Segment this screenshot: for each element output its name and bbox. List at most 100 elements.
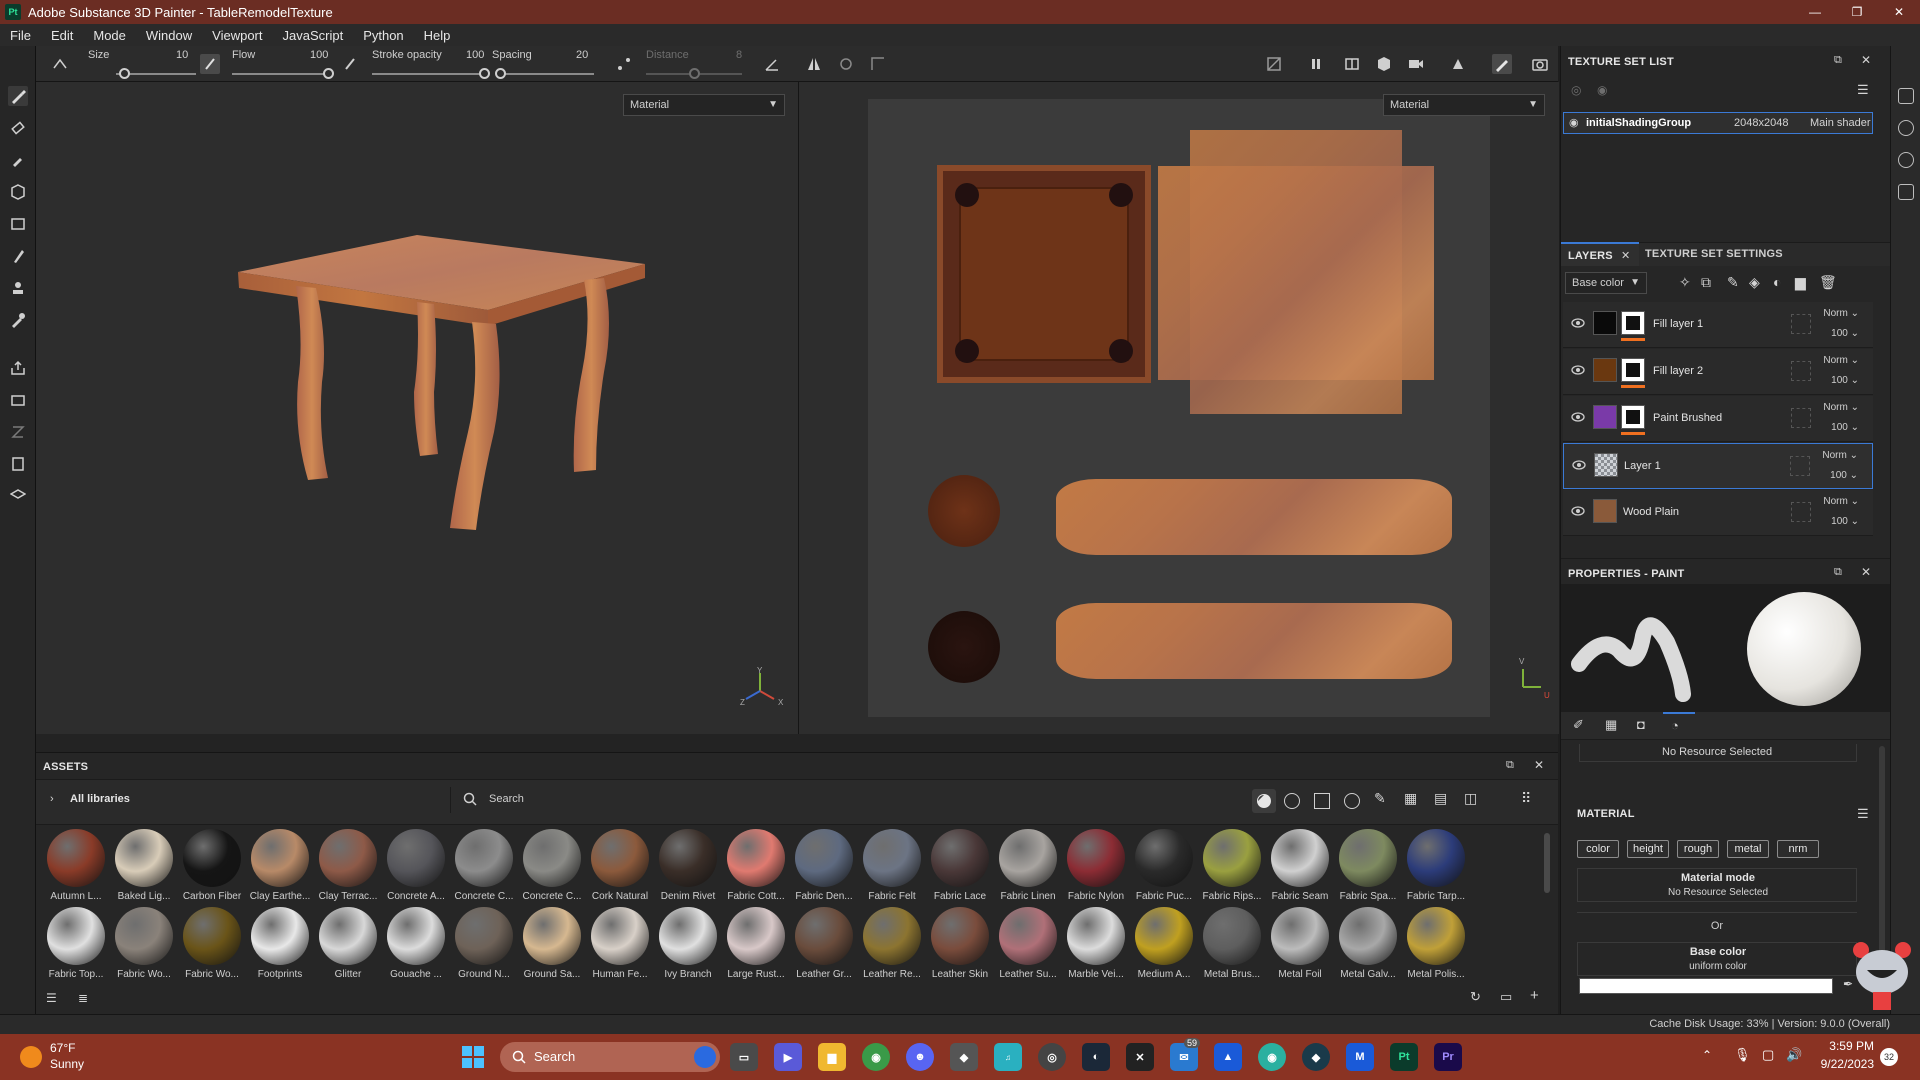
display-settings-icon[interactable] bbox=[1898, 120, 1914, 136]
filter-brushes-icon[interactable]: ✎ bbox=[1374, 790, 1386, 807]
material-mode-slot[interactable]: Material mode No Resource Selected bbox=[1577, 868, 1857, 902]
asset-tile[interactable]: Fabric Lace bbox=[928, 829, 992, 909]
grid-view-icon[interactable]: ⠿ bbox=[1521, 790, 1531, 807]
asset-tile[interactable]: Fabric Cott... bbox=[724, 829, 788, 909]
layer-row[interactable]: Fill layer 1 Norm ⌄ 100 ⌄ bbox=[1563, 302, 1873, 348]
layer-mask-thumbnail[interactable] bbox=[1621, 358, 1645, 382]
refresh-icon[interactable]: ↻ bbox=[1470, 989, 1481, 1005]
layer-effect-slot[interactable] bbox=[1791, 361, 1811, 381]
blend-mode-dropdown[interactable]: Norm ⌄ bbox=[1822, 450, 1858, 461]
epic-icon[interactable]: ✕ bbox=[1126, 1043, 1154, 1071]
stencil-tab-icon[interactable]: ◘ bbox=[1637, 717, 1645, 732]
opacity-field[interactable]: 100 ⌄ bbox=[1830, 470, 1858, 481]
filter-environments-icon[interactable]: ◫ bbox=[1464, 790, 1477, 807]
asset-tile[interactable]: Autumn L... bbox=[44, 829, 108, 909]
split-view-icon[interactable] bbox=[1342, 54, 1362, 74]
uv-canvas[interactable] bbox=[868, 99, 1490, 717]
stroke-opacity-value[interactable]: 100 bbox=[466, 49, 484, 61]
tray-chevron-icon[interactable]: ⌃ bbox=[1702, 1048, 1712, 1062]
close-tab-icon[interactable]: ✕ bbox=[1621, 249, 1630, 262]
asset-tile[interactable]: Concrete C... bbox=[520, 829, 584, 909]
asset-tile[interactable]: Ivy Branch bbox=[656, 907, 720, 987]
viewport-2d-mode-dropdown[interactable]: Material ▼ bbox=[1383, 94, 1545, 116]
asset-search-field[interactable]: Search bbox=[450, 787, 1330, 813]
menu-icon[interactable]: ☰ bbox=[1857, 82, 1869, 98]
chrome-icon[interactable]: ◉ bbox=[862, 1043, 890, 1071]
menu-help[interactable]: Help bbox=[424, 28, 451, 43]
close-panel-icon[interactable]: ✕ bbox=[1534, 758, 1544, 772]
tab-texture-set-settings[interactable]: TEXTURE SET SETTINGS bbox=[1645, 248, 1783, 260]
asset-tile[interactable]: Leather Su... bbox=[996, 907, 1060, 987]
shader-settings-icon[interactable] bbox=[8, 454, 28, 474]
filter-generators-icon[interactable] bbox=[1344, 793, 1360, 809]
layer-row[interactable]: Fill layer 2 Norm ⌄ 100 ⌄ bbox=[1563, 349, 1873, 395]
blend-mode-dropdown[interactable]: Norm ⌄ bbox=[1823, 496, 1859, 507]
symmetry-settings-icon[interactable] bbox=[836, 54, 856, 74]
flow-slider-knob[interactable] bbox=[323, 68, 334, 79]
flow-value[interactable]: 100 bbox=[310, 49, 328, 61]
alpha-tab-icon[interactable]: ▦ bbox=[1605, 717, 1617, 733]
asset-tile[interactable]: Concrete C... bbox=[452, 829, 516, 909]
menu-python[interactable]: Python bbox=[363, 28, 403, 43]
unity-icon[interactable]: ◆ bbox=[950, 1043, 978, 1071]
stroke-opacity-slider[interactable] bbox=[372, 68, 490, 79]
notification-badge[interactable]: 32 bbox=[1880, 1048, 1898, 1066]
add-paint-layer-icon[interactable]: ✎ bbox=[1727, 274, 1739, 291]
texture-set-item[interactable]: ◉ initialShadingGroup 2048x2048 Main sha… bbox=[1563, 112, 1873, 134]
asset-tile[interactable]: Fabric Den... bbox=[792, 829, 856, 909]
log-icon[interactable] bbox=[1898, 184, 1914, 200]
texture-set-list-icon[interactable] bbox=[1898, 88, 1914, 104]
spacing-slider-knob[interactable] bbox=[494, 68, 506, 79]
symmetry-icon[interactable] bbox=[804, 54, 824, 74]
add-icon[interactable]: + bbox=[1530, 987, 1539, 1004]
asset-scrollbar[interactable] bbox=[1544, 833, 1550, 893]
microphone-icon[interactable]: 🎙 bbox=[1734, 1047, 1751, 1063]
display-settings-icon[interactable] bbox=[8, 422, 28, 442]
clock-date[interactable]: 9/22/2023 bbox=[1806, 1057, 1874, 1071]
add-folder-icon[interactable]: ▆ bbox=[1795, 274, 1806, 291]
asset-tile[interactable]: Fabric Rips... bbox=[1200, 829, 1264, 909]
maya-icon[interactable]: M bbox=[1346, 1043, 1374, 1071]
steam-icon[interactable]: ◐ bbox=[1082, 1043, 1110, 1071]
asset-tile[interactable]: Fabric Tarp... bbox=[1404, 829, 1468, 909]
asset-tile[interactable]: Footprints bbox=[248, 907, 312, 987]
visibility-eye-icon[interactable] bbox=[1571, 363, 1585, 377]
asset-tile[interactable]: Gouache ... bbox=[384, 907, 448, 987]
asset-tile[interactable]: Leather Skin bbox=[928, 907, 992, 987]
transform-icon[interactable] bbox=[868, 54, 888, 74]
pressure-flow-icon[interactable] bbox=[340, 54, 360, 74]
material-tab[interactable]: ◔ bbox=[1663, 712, 1695, 740]
asset-tile[interactable]: Fabric Wo... bbox=[112, 907, 176, 987]
add-smart-material-icon[interactable]: ◐ bbox=[1773, 274, 1781, 290]
chip-color[interactable]: color bbox=[1577, 840, 1619, 858]
asset-tile[interactable]: Denim Rivet bbox=[656, 829, 720, 909]
menu-viewport[interactable]: Viewport bbox=[212, 28, 262, 43]
menu-file[interactable]: File bbox=[10, 28, 31, 43]
close-panel-icon[interactable]: ✕ bbox=[1861, 53, 1871, 67]
file-explorer-icon[interactable]: ▆ bbox=[818, 1043, 846, 1071]
clone-stamp-tool-icon[interactable] bbox=[8, 278, 28, 298]
close-panel-icon[interactable]: ✕ bbox=[1861, 565, 1871, 579]
asset-tile[interactable]: Clay Terrac... bbox=[316, 829, 380, 909]
brush-tab-icon[interactable]: ✐ bbox=[1573, 717, 1584, 733]
pressure-size-icon[interactable] bbox=[200, 54, 220, 74]
visibility-eye-icon[interactable] bbox=[1571, 316, 1585, 330]
taskbar-search[interactable]: Search bbox=[500, 1042, 720, 1072]
layer-effect-slot[interactable] bbox=[1790, 456, 1810, 476]
opacity-field[interactable]: 100 ⌄ bbox=[1831, 422, 1859, 433]
volume-icon[interactable]: 🔊 bbox=[1786, 1047, 1802, 1063]
network-icon[interactable]: ▢ bbox=[1762, 1047, 1774, 1063]
viewer-settings-icon[interactable] bbox=[8, 486, 28, 506]
color-picker-tool-icon[interactable] bbox=[8, 310, 28, 330]
substance-designer-icon[interactable]: ◆ bbox=[1302, 1043, 1330, 1071]
add-fill-layer-icon[interactable]: ◈ bbox=[1749, 274, 1760, 291]
filter-smart-materials-icon[interactable] bbox=[1284, 793, 1300, 809]
asset-tile[interactable]: Fabric Felt bbox=[860, 829, 924, 909]
channel-dropdown[interactable]: Base color ▼ bbox=[1565, 272, 1647, 294]
filter-masks-icon[interactable] bbox=[1314, 793, 1330, 809]
show-icon[interactable]: ◉ bbox=[1597, 83, 1607, 97]
asset-tile[interactable]: Metal Foil bbox=[1268, 907, 1332, 987]
bing-icon[interactable] bbox=[694, 1046, 716, 1068]
layer-effect-slot[interactable] bbox=[1791, 502, 1811, 522]
premiere-icon[interactable]: Pr bbox=[1434, 1043, 1462, 1071]
